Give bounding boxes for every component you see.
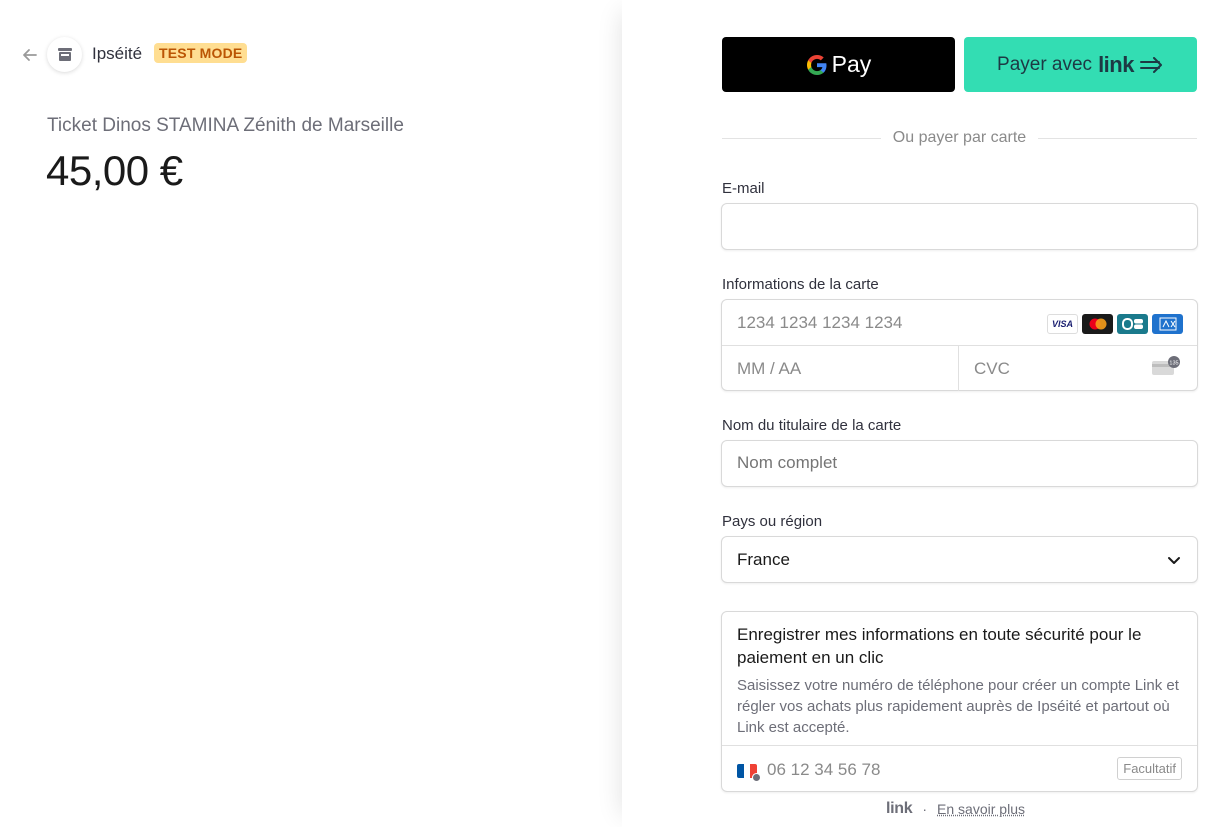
cvc-placeholder[interactable]: CVC <box>974 359 1010 379</box>
pay-with-link-button[interactable]: Payer avec link <box>964 37 1197 92</box>
card-info-label: Informations de la carte <box>722 276 879 293</box>
save-info-description: Saisissez votre numéro de téléphone pour… <box>737 677 1179 736</box>
card-number-placeholder: 1234 1234 1234 1234 <box>737 313 903 332</box>
link-prefix: Payer avec <box>997 53 1093 75</box>
country-code-dropdown-icon <box>752 773 761 782</box>
store-icon <box>57 47 72 61</box>
order-summary-pane: Ipséité TEST MODE Ticket Dinos STAMINA Z… <box>0 0 622 827</box>
learn-more-link[interactable]: En savoir plus <box>937 801 1025 817</box>
visa-icon: VISA <box>1047 314 1078 334</box>
divider-text: Ou payer par carte <box>892 129 1027 146</box>
card-brands: VISA <box>1047 314 1183 334</box>
product-name: Ticket Dinos STAMINA Zénith de Marseille <box>47 115 404 136</box>
chevron-down-icon <box>1168 557 1180 564</box>
payment-pane: Pay Payer avec link Ou payer par carte E… <box>622 0 1230 827</box>
phone-number-field[interactable]: 06 12 34 56 78 Facultatif <box>722 745 1197 792</box>
card-expiry-cvc-row: MM / AA CVC 135 <box>722 346 1197 391</box>
expiry-placeholder[interactable]: MM / AA <box>737 359 801 379</box>
optional-badge: Facultatif <box>1117 757 1182 780</box>
link-logo-text: link <box>886 800 913 817</box>
cardholder-name-input[interactable] <box>737 453 1177 473</box>
cvc-divider <box>958 346 959 391</box>
link-footer: link · En savoir plus <box>886 800 1025 818</box>
google-pay-button[interactable]: Pay <box>722 37 955 92</box>
cvc-icon-text: 135 <box>1169 360 1178 366</box>
back-arrow-icon[interactable] <box>20 45 40 65</box>
country-label: Pays ou région <box>722 513 823 530</box>
google-pay-label: Pay <box>831 51 872 77</box>
email-label: E-mail <box>722 180 765 197</box>
card-info-group: 1234 1234 1234 1234 VISA MM / AA CVC 135 <box>721 299 1198 391</box>
pay-by-card-divider: Ou payer par carte <box>722 126 1197 150</box>
save-info-title: Enregistrer mes informations en toute sé… <box>737 625 1142 667</box>
cardholder-name-field[interactable] <box>721 440 1198 487</box>
cardholder-label: Nom du titulaire de la carte <box>722 417 902 434</box>
mastercard-icon <box>1082 314 1113 334</box>
divider-line <box>722 137 881 139</box>
google-g-icon <box>806 54 827 75</box>
card-number-field[interactable]: 1234 1234 1234 1234 VISA <box>722 300 1197 346</box>
email-field[interactable] <box>721 203 1198 250</box>
link-save-info-box: Enregistrer mes informations en toute sé… <box>721 611 1198 792</box>
divider-line <box>1038 137 1197 139</box>
amex-icon <box>1152 314 1183 334</box>
cvc-card-icon: 135 <box>1152 356 1180 375</box>
footer-separator: · <box>922 801 928 817</box>
merchant-name: Ipséité <box>92 44 143 63</box>
total-price: 45,00 € <box>46 147 183 194</box>
country-value: France <box>737 550 790 569</box>
link-logo-text: link <box>1098 51 1134 77</box>
country-select[interactable]: France <box>721 536 1198 583</box>
phone-number-placeholder: 06 12 34 56 78 <box>767 760 881 779</box>
arrow-right-icon <box>1139 56 1162 73</box>
cartes-bancaires-icon <box>1117 314 1148 334</box>
email-input[interactable] <box>737 216 1177 236</box>
merchant-logo[interactable] <box>47 37 82 72</box>
test-mode-badge: TEST MODE <box>154 43 248 63</box>
